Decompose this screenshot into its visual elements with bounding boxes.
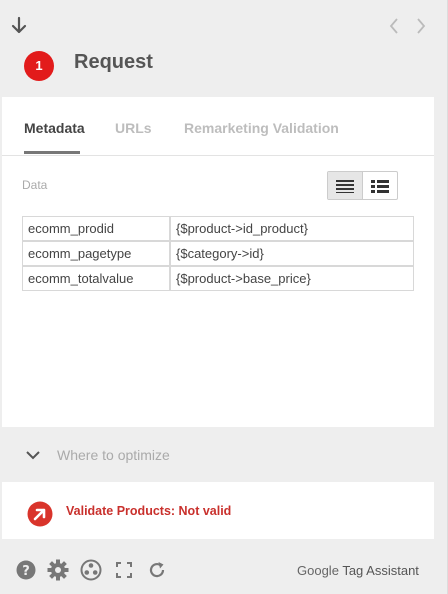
refresh-icon[interactable] <box>146 559 168 581</box>
tab-bar: Metadata URLs Remarketing Validation <box>2 97 434 156</box>
validation-status-text: Validate Products: Not valid <box>66 504 232 518</box>
fullscreen-icon[interactable] <box>113 559 135 581</box>
metadata-key: ecomm_pagetype <box>22 241 170 266</box>
table-row: ecomm_pagetype {$category->id} <box>22 241 414 266</box>
help-icon[interactable]: ? <box>15 559 37 581</box>
request-details-card: Metadata URLs Remarketing Validation Dat… <box>2 97 434 427</box>
active-tab-indicator <box>24 151 80 154</box>
tab-urls[interactable]: URLs <box>115 120 152 136</box>
table-row: ecomm_totalvalue {$product->base_price} <box>22 266 414 291</box>
arrow-upleft-icon <box>27 501 53 527</box>
tag-assistant-panel: 1 Request Metadata URLs Remarketing Vali… <box>0 0 448 594</box>
view-toggle <box>327 171 398 200</box>
tab-metadata[interactable]: Metadata <box>24 120 85 136</box>
svg-text:?: ? <box>22 564 30 579</box>
product-name: Tag Assistant <box>342 563 419 578</box>
error-count-badge: 1 <box>24 51 54 81</box>
metadata-value: {$category->id} <box>170 241 414 266</box>
validation-status-bar[interactable]: Validate Products: Not valid <box>2 482 434 539</box>
metadata-key: ecomm_prodid <box>22 216 170 241</box>
tab-remarketing-validation[interactable]: Remarketing Validation <box>184 120 339 136</box>
chevron-right-icon[interactable] <box>413 17 429 35</box>
metadata-value: {$product->id_product} <box>170 216 414 241</box>
arrow-down-icon[interactable] <box>10 16 28 36</box>
metadata-table: ecomm_prodid {$product->id_product} ecom… <box>22 216 414 291</box>
where-to-optimize-label: Where to optimize <box>57 447 170 463</box>
detail-view-button[interactable] <box>363 172 398 199</box>
page-title: Request <box>74 51 153 73</box>
list-view-icon <box>335 179 354 193</box>
network-icon[interactable] <box>80 559 102 581</box>
metadata-value: {$product->base_price} <box>170 266 414 291</box>
chevron-down-icon <box>26 451 40 460</box>
where-to-optimize-section[interactable]: Where to optimize <box>0 432 434 478</box>
gear-icon[interactable] <box>47 559 69 581</box>
google-wordmark: Google <box>297 563 339 578</box>
brand-label: Google Tag Assistant <box>297 563 419 578</box>
list-view-button[interactable] <box>328 172 363 199</box>
table-row: ecomm_prodid {$product->id_product} <box>22 216 414 241</box>
detail-view-icon <box>370 179 389 193</box>
metadata-key: ecomm_totalvalue <box>22 266 170 291</box>
chevron-left-icon[interactable] <box>386 17 402 35</box>
data-section-label: Data <box>22 178 48 192</box>
